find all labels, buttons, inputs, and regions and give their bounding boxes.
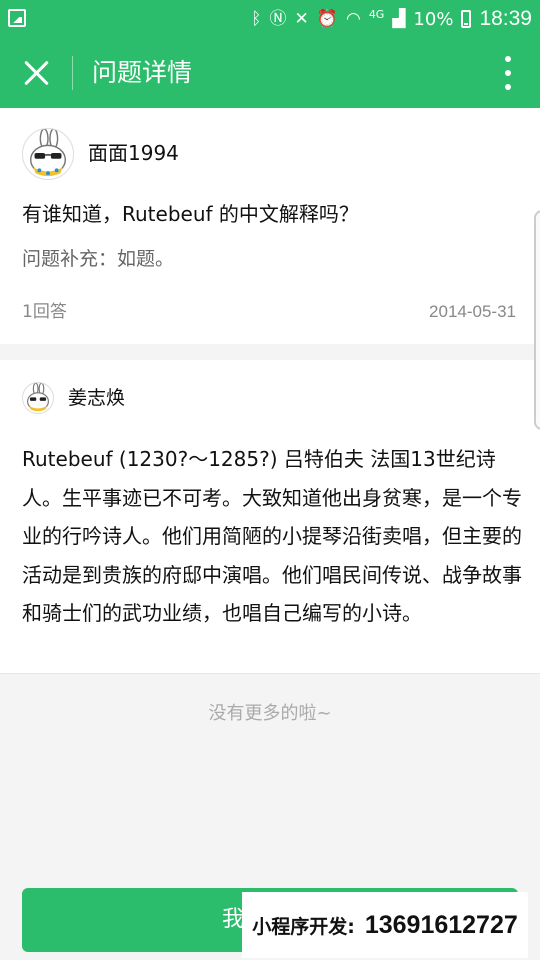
header-divider xyxy=(72,56,73,90)
status-icons: ᛒ Ⓝ ✕ ⏰ ◠ 4G ▟ 10% 18:39 xyxy=(251,0,532,38)
bunny-avatar-icon xyxy=(29,129,67,177)
battery-percent: 10% xyxy=(413,8,454,30)
network-type-label: 4G xyxy=(368,8,385,21)
promo-overlay: 小程序开发: 13691612727 xyxy=(242,892,528,958)
more-dot-icon xyxy=(505,56,511,62)
question-title: 有谁知道，Rutebeuf 的中文解释吗？ xyxy=(22,202,359,226)
wifi-icon: ◠ xyxy=(345,8,361,29)
answer-button-label: 我 xyxy=(222,907,245,932)
close-button[interactable] xyxy=(18,54,56,92)
promo-phone: 13691612727 xyxy=(364,910,518,939)
answer-card: 姜志焕 Rutebeuf (1230?～1285?) 吕特伯夫 法国13世纪诗人… xyxy=(0,360,540,674)
bunny-avatar-icon xyxy=(27,383,49,412)
asker-name[interactable]: 面面1994 xyxy=(88,138,179,168)
app-bar: 问题详情 xyxy=(0,38,540,108)
alarm-icon: ⏰ xyxy=(316,8,338,29)
answerer-name[interactable]: 姜志焕 xyxy=(68,384,125,412)
bluetooth-icon: ᛒ xyxy=(251,8,262,29)
close-icon xyxy=(23,59,51,87)
scroll-handle[interactable] xyxy=(534,210,540,430)
page-title: 问题详情 xyxy=(92,58,193,87)
more-dot-icon xyxy=(505,84,511,90)
answer-count: 1回答 xyxy=(22,302,67,322)
no-more-indicator: 没有更多的啦~ xyxy=(208,703,332,724)
asker-avatar[interactable] xyxy=(22,128,74,180)
mute-icon: ✕ xyxy=(294,8,309,29)
answer-content: Rutebeuf (1230?～1285?) 吕特伯夫 法国13世纪诗人。生平事… xyxy=(22,447,522,625)
status-time: 18:39 xyxy=(479,7,532,30)
question-card: 面面1994 有谁知道，Rutebeuf 的中文解释吗？ 问题补充：如题。 1回… xyxy=(0,108,540,344)
more-dot-icon xyxy=(505,70,511,76)
promo-label: 小程序开发: xyxy=(252,915,355,938)
gallery-icon xyxy=(8,9,26,27)
more-options-button[interactable] xyxy=(496,56,520,90)
nfc-icon: Ⓝ xyxy=(269,8,287,29)
battery-icon xyxy=(461,10,472,28)
status-bar: ᛒ Ⓝ ✕ ⏰ ◠ 4G ▟ 10% 18:39 xyxy=(0,0,540,38)
answerer-avatar[interactable] xyxy=(22,382,54,414)
signal-icon: ▟ xyxy=(392,8,406,29)
question-date: 2014-05-31 xyxy=(429,302,516,321)
question-supplement: 问题补充：如题。 xyxy=(22,248,175,270)
